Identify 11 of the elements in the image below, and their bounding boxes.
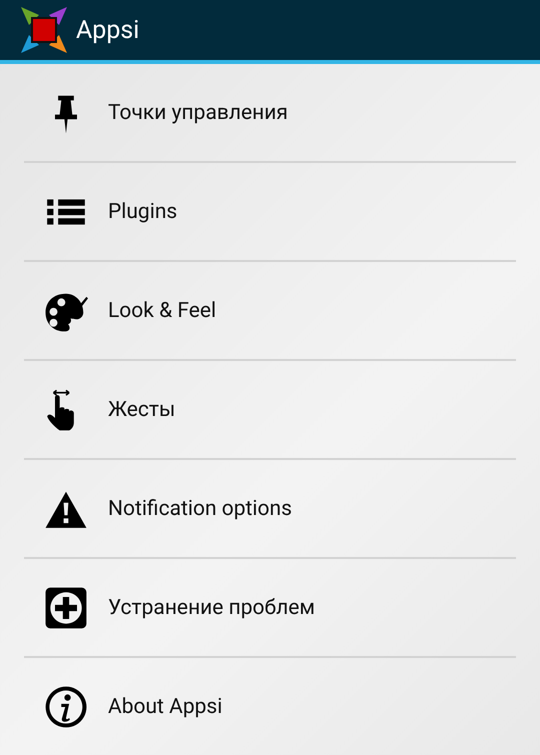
- menu-item[interactable]: Точки управления: [108, 100, 288, 124]
- info-icon: [44, 684, 88, 728]
- menu-item[interactable]: About Appsi: [108, 694, 222, 718]
- app-title: Appsi: [76, 16, 140, 44]
- app-logo: [19, 5, 69, 55]
- menu-item[interactable]: Жесты: [108, 398, 176, 422]
- menu-item[interactable]: Notification options: [108, 496, 292, 520]
- plus-icon: [44, 586, 88, 630]
- menu-item[interactable]: Plugins: [108, 200, 178, 224]
- menu-item[interactable]: Устранение проблем: [108, 596, 316, 620]
- menu-item[interactable]: Look & Feel: [108, 298, 216, 322]
